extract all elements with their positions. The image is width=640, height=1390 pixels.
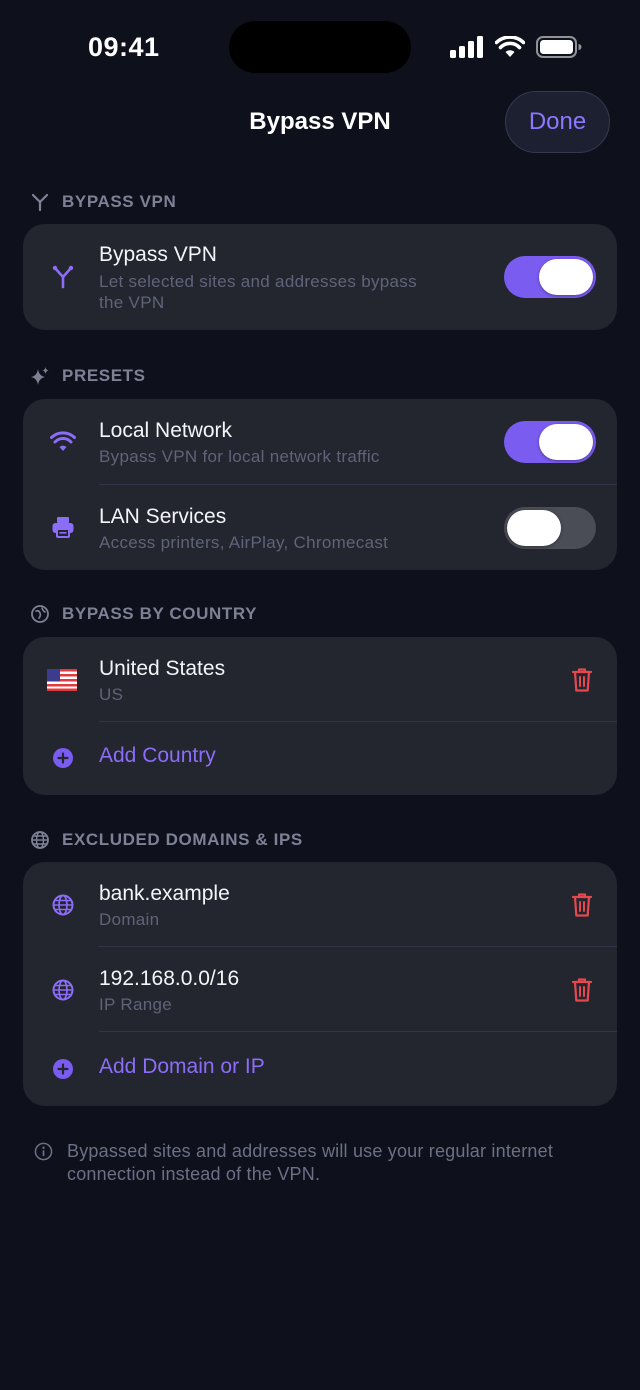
add-domain-button[interactable]: Add Domain or IP [99, 1055, 265, 1079]
split-route-icon [30, 192, 50, 212]
printer-icon [49, 513, 77, 541]
status-bar: 09:41 [0, 0, 640, 92]
row-subtitle: Domain [99, 910, 160, 929]
status-time: 09:41 [88, 32, 160, 62]
bypass-vpn-toggle[interactable] [504, 256, 596, 298]
preset-row-lan-services[interactable]: LAN Services Access printers, AirPlay, C… [23, 485, 617, 570]
sparkles-icon [30, 366, 50, 386]
add-circle-icon [49, 1055, 77, 1083]
battery-icon [536, 36, 582, 58]
wifi-icon [49, 428, 77, 456]
lan-services-toggle[interactable] [504, 507, 596, 549]
row-title: United States [99, 657, 226, 680]
domain-row[interactable]: bank.example Domain [23, 862, 617, 947]
dynamic-island [229, 21, 411, 73]
footnote-text: Bypassed sites and addresses will use yo… [67, 1141, 554, 1184]
local-network-toggle[interactable] [504, 421, 596, 463]
row-subtitle: Bypass VPN for local network traffic [99, 447, 380, 466]
row-subtitle: US [99, 685, 124, 704]
preset-row-local-network[interactable]: Local Network Bypass VPN for local netwo… [23, 399, 617, 485]
section-header-presets: PRESETS [30, 366, 146, 386]
country-row-us[interactable]: United States US [23, 637, 617, 722]
add-country-row[interactable]: Add Country [23, 722, 617, 795]
us-flag-icon [46, 666, 78, 694]
add-country-button[interactable]: Add Country [99, 744, 216, 768]
section-header-country: BYPASS BY COUNTRY [30, 604, 257, 624]
section-header-bypass: BYPASS VPN [30, 192, 176, 212]
globe-icon [30, 830, 50, 850]
row-title: Local Network [99, 419, 233, 442]
section-title: BYPASS BY COUNTRY [62, 604, 258, 623]
row-title: Bypass VPN [99, 243, 217, 266]
row-subtitle: Access printers, AirPlay, Chromecast [99, 533, 389, 552]
bypass-vpn-row[interactable]: Bypass VPN Let selected sites and addres… [23, 224, 617, 330]
globe-icon [49, 891, 77, 919]
footnote: Bypassed sites and addresses will use yo… [34, 1140, 614, 1186]
globe-icon [49, 976, 77, 1004]
trash-icon[interactable] [570, 667, 594, 693]
presets-card: Local Network Bypass VPN for local netwo… [23, 399, 617, 570]
section-title: BYPASS VPN [62, 192, 177, 211]
row-title: 192.168.0.0/16 [99, 967, 240, 990]
add-domain-row[interactable]: Add Domain or IP [23, 1032, 617, 1106]
section-title: EXCLUDED DOMAINS & IPS [62, 830, 303, 849]
add-circle-icon [49, 744, 77, 772]
row-title: bank.example [99, 882, 230, 905]
trash-icon[interactable] [570, 892, 594, 918]
country-card: United States US Add Country [23, 637, 617, 795]
cellular-signal-icon [450, 36, 483, 58]
trash-icon[interactable] [570, 977, 594, 1003]
row-subtitle: Let selected sites and addresses bypass … [99, 272, 417, 312]
section-header-domains: EXCLUDED DOMAINS & IPS [30, 830, 303, 850]
ip-range-row[interactable]: 192.168.0.0/16 IP Range [23, 947, 617, 1032]
section-title: PRESETS [62, 366, 146, 385]
split-route-icon [49, 263, 77, 291]
row-title: LAN Services [99, 505, 227, 528]
domains-card: bank.example Domain 192.168.0.0/16 IP Ra… [23, 862, 617, 1106]
bypass-card: Bypass VPN Let selected sites and addres… [23, 224, 617, 330]
globe-pin-icon [30, 604, 50, 624]
done-button[interactable]: Done [505, 91, 610, 153]
row-subtitle: IP Range [99, 995, 172, 1014]
wifi-icon [495, 36, 525, 57]
status-icons [450, 36, 582, 58]
info-icon [34, 1142, 53, 1161]
